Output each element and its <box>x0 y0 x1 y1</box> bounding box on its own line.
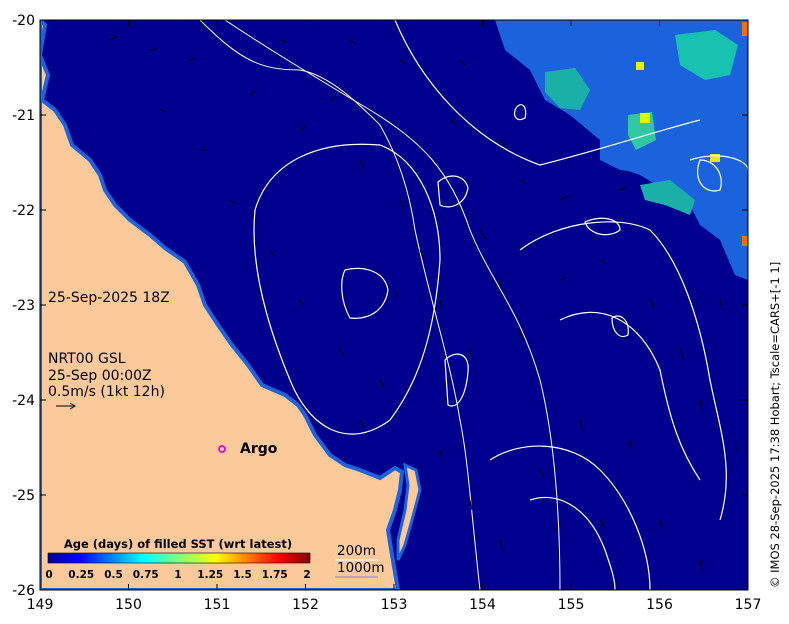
colorbar-title: Age (days) of filled SST (wrt latest) <box>64 537 292 551</box>
x-tick-label: 153 <box>381 597 408 613</box>
credit-text: © IMOS 28-Sep-2025 17:38 Hobart; Tscale=… <box>768 262 782 588</box>
y-tick-label: -24 <box>12 393 35 409</box>
colorbar-tick-label: 0 <box>45 569 52 581</box>
colorbar-tick-label: 1.5 <box>233 569 252 581</box>
x-tick-label: 155 <box>558 597 585 613</box>
date-label: 25-Sep-2025 18Z <box>48 290 170 306</box>
colorbar-tick-label: 2 <box>303 569 310 581</box>
y-tick-label: -21 <box>12 108 35 124</box>
bathy-label-200m: 200m <box>337 543 376 559</box>
bathy-label-1000m: 1000m <box>337 560 385 576</box>
colorbar-ticks: 0 0.25 0.5 0.75 1 1.25 1.5 1.75 2 <box>45 569 310 581</box>
sst-map: 149 150 151 152 153 154 155 156 157 -20 -21 -22 -23… <box>12 13 782 613</box>
x-tick-label: 152 <box>292 597 319 613</box>
current-date: 25-Sep 00:00Z <box>48 368 152 384</box>
current-source: NRT00 GSL <box>48 351 126 367</box>
colorbar-tick-label: 1 <box>174 569 181 581</box>
x-tick-label: 156 <box>646 597 673 613</box>
colorbar-tick-label: 1.75 <box>262 569 288 581</box>
x-tick-label: 150 <box>115 597 142 613</box>
x-tick-label: 154 <box>469 597 496 613</box>
vector-scale: 0.5m/s (1kt 12h) <box>48 384 165 400</box>
x-tick-label: 157 <box>735 597 762 613</box>
argo-label: Argo <box>240 441 278 457</box>
y-tick-label: -23 <box>12 298 35 314</box>
colorbar-tick-label: 1.25 <box>197 569 223 581</box>
x-tick-label: 149 <box>27 597 54 613</box>
y-tick-label: -22 <box>12 203 35 219</box>
x-tick-label: 151 <box>204 597 231 613</box>
colorbar-tick-label: 0.25 <box>68 569 94 581</box>
y-tick-label: -26 <box>12 583 35 599</box>
y-tick-label: -20 <box>12 13 35 29</box>
colorbar-tick-label: 0.5 <box>104 569 123 581</box>
y-tick-label: -25 <box>12 488 35 504</box>
colorbar-tick-label: 0.75 <box>133 569 159 581</box>
colorbar <box>47 552 311 564</box>
